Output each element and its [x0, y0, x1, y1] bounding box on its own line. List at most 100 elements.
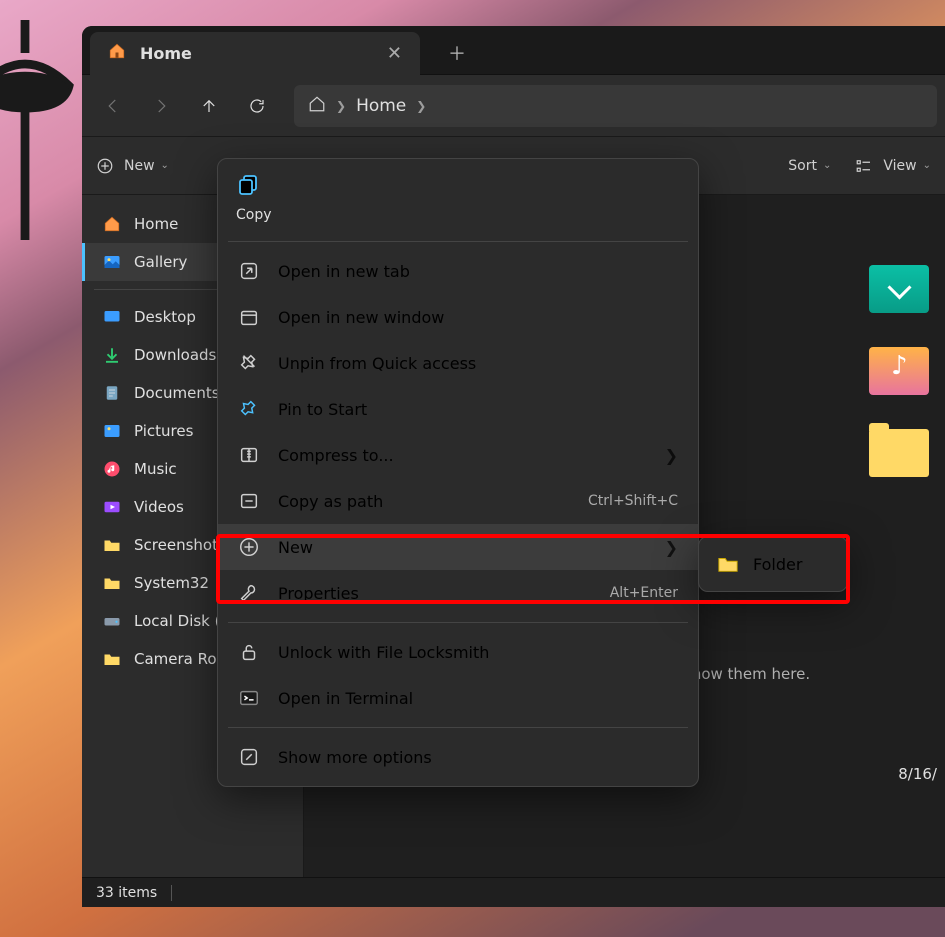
pin-icon	[238, 398, 260, 420]
copy-icon[interactable]	[236, 173, 260, 201]
ctx-label: Open in new tab	[278, 262, 410, 281]
ctx-label: Open in new window	[278, 308, 444, 327]
ctx-label: New	[278, 538, 313, 557]
quick-music-folder[interactable]	[869, 347, 929, 395]
more-icon	[238, 746, 260, 768]
item-count: 33 items	[96, 885, 157, 901]
sidebar-label: Home	[134, 215, 178, 233]
ctx-compress[interactable]: Compress to...❯	[218, 432, 698, 478]
address-bar[interactable]: ❯ Home ❯	[294, 85, 937, 127]
separator	[228, 727, 688, 728]
hint-text: show them here.	[684, 665, 945, 683]
separator	[228, 622, 688, 623]
submenu-label: Folder	[753, 555, 802, 574]
home-breadcrumb-icon	[308, 95, 326, 117]
folder-icon	[717, 553, 739, 575]
music-icon	[102, 459, 122, 479]
tab-home[interactable]: Home ✕	[90, 32, 420, 75]
ctx-label: Properties	[278, 584, 359, 603]
properties-icon	[238, 582, 260, 604]
folder-icon	[102, 535, 122, 555]
file-date: 8/16/	[898, 765, 937, 783]
view-label: View	[883, 158, 916, 174]
desktop-icon	[102, 307, 122, 327]
close-tab-icon[interactable]: ✕	[387, 43, 402, 64]
sidebar-label: Music	[134, 460, 177, 478]
ctx-open-terminal[interactable]: Open in Terminal	[218, 675, 698, 721]
tab-title: Home	[140, 44, 192, 63]
ctx-unpin-quick-access[interactable]: Unpin from Quick access	[218, 340, 698, 386]
new-label: New	[124, 158, 155, 174]
video-icon	[102, 497, 122, 517]
sidebar-label: Desktop	[134, 308, 196, 326]
shortcut: Alt+Enter	[610, 585, 678, 601]
chevron-right-icon[interactable]: ❯	[416, 99, 426, 113]
folder-icon	[102, 573, 122, 593]
ctx-pin-start[interactable]: Pin to Start	[218, 386, 698, 432]
quick-folder[interactable]	[869, 429, 929, 477]
quick-downloads-folder[interactable]	[869, 265, 929, 313]
navigation-bar: ❯ Home ❯	[82, 75, 945, 137]
terminal-icon	[238, 687, 260, 709]
compress-icon	[238, 444, 260, 466]
sort-label: Sort	[788, 158, 817, 174]
sidebar-label: Videos	[134, 498, 184, 516]
ctx-copy-as-path[interactable]: Copy as path Ctrl+Shift+C	[218, 478, 698, 524]
chevron-right-icon: ❯	[665, 538, 678, 557]
forward-button[interactable]	[138, 85, 184, 127]
ctx-label: Unpin from Quick access	[278, 354, 476, 373]
ctx-label: Show more options	[278, 748, 432, 767]
back-button[interactable]	[90, 85, 136, 127]
sort-button[interactable]: Sort⌄	[788, 158, 831, 174]
chevron-right-icon: ❯	[336, 99, 346, 113]
home-icon	[108, 42, 126, 64]
status-bar: 33 items	[82, 877, 945, 907]
ctx-new[interactable]: New ❯	[218, 524, 698, 570]
separator	[228, 241, 688, 242]
gallery-icon	[102, 252, 122, 272]
submenu-folder[interactable]: Folder	[699, 543, 847, 585]
ctx-show-more-options[interactable]: Show more options	[218, 734, 698, 780]
new-button[interactable]: New⌄	[96, 157, 169, 175]
copy-label: Copy	[236, 207, 272, 223]
new-icon	[238, 536, 260, 558]
drive-icon	[102, 611, 122, 631]
sidebar-label: Gallery	[134, 253, 187, 271]
sidebar-label: Camera Roll	[134, 650, 225, 668]
ctx-open-new-window[interactable]: Open in new window	[218, 294, 698, 340]
document-icon	[102, 383, 122, 403]
divider	[171, 885, 172, 901]
context-menu: Copy Open in new tab Open in new window …	[217, 158, 699, 787]
download-icon	[102, 345, 122, 365]
new-tab-button[interactable]: ＋	[448, 40, 466, 66]
new-tab-icon	[238, 260, 260, 282]
new-window-icon	[238, 306, 260, 328]
ctx-unlock-filelocksmith[interactable]: Unlock with File Locksmith	[218, 629, 698, 675]
sidebar-label: Screenshots	[134, 536, 226, 554]
copy-path-icon	[238, 490, 260, 512]
ctx-label: Unlock with File Locksmith	[278, 643, 489, 662]
ctx-label: Pin to Start	[278, 400, 367, 419]
shortcut: Ctrl+Shift+C	[588, 493, 678, 509]
ctx-properties[interactable]: Properties Alt+Enter	[218, 570, 698, 616]
tab-bar: Home ✕ ＋	[82, 26, 945, 75]
home-icon	[102, 214, 122, 234]
breadcrumb-current: Home	[356, 96, 406, 116]
sidebar-label: Pictures	[134, 422, 193, 440]
view-button[interactable]: View⌄	[855, 157, 931, 175]
sidebar-label: System32	[134, 574, 209, 592]
pictures-icon	[102, 421, 122, 441]
sidebar-label: Documents	[134, 384, 220, 402]
desktop-lamp-decoration	[0, 20, 80, 240]
ctx-label: Open in Terminal	[278, 689, 413, 708]
refresh-button[interactable]	[234, 85, 280, 127]
ctx-label: Copy as path	[278, 492, 383, 511]
new-submenu: Folder	[698, 536, 848, 592]
unpin-icon	[238, 352, 260, 374]
chevron-right-icon: ❯	[665, 446, 678, 465]
lock-icon	[238, 641, 260, 663]
sidebar-label: Downloads	[134, 346, 216, 364]
ctx-open-new-tab[interactable]: Open in new tab	[218, 248, 698, 294]
folder-icon	[102, 649, 122, 669]
up-button[interactable]	[186, 85, 232, 127]
